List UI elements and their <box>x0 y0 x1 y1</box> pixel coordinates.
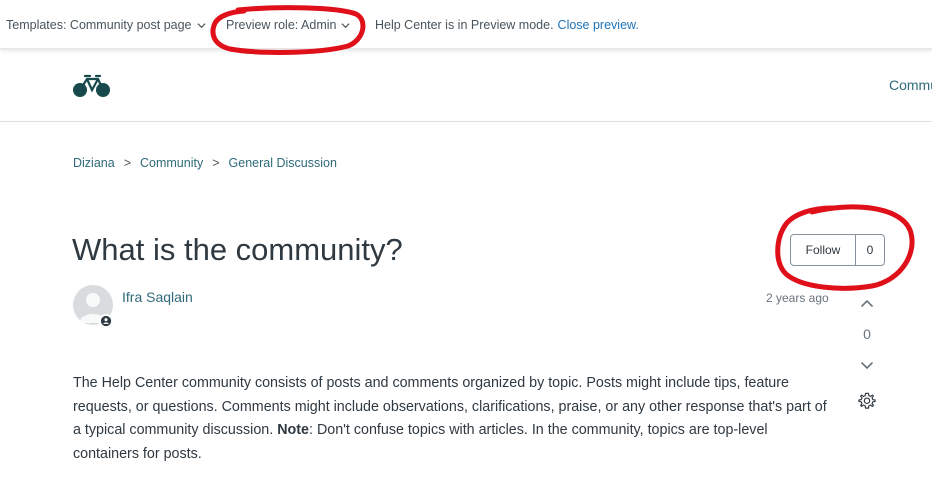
author-link[interactable]: Ifra Saqlain <box>122 289 193 305</box>
downvote-icon[interactable] <box>859 359 875 373</box>
follow-label[interactable]: Follow <box>791 235 856 265</box>
breadcrumb-separator: > <box>123 156 131 170</box>
templates-label: Templates: Community post page <box>6 18 192 32</box>
person-badge-icon <box>100 315 112 327</box>
agent-badge <box>99 314 113 328</box>
follower-count: 0 <box>866 243 874 257</box>
templates-dropdown[interactable]: Templates: Community post page <box>6 18 206 32</box>
breadcrumb: Diziana > Community > General Discussion <box>73 156 337 170</box>
post-body-note: Note <box>277 422 309 438</box>
chevron-down-icon <box>341 22 350 28</box>
post-title: What is the community? <box>72 232 403 267</box>
gear-icon[interactable] <box>858 392 876 410</box>
preview-role-label: Preview role: Admin <box>226 18 337 32</box>
breadcrumb-item-community[interactable]: Community <box>140 156 203 170</box>
bicycle-icon[interactable] <box>72 73 112 99</box>
upvote-icon[interactable] <box>859 296 875 310</box>
preview-message: Help Center is in Preview mode. Close pr… <box>375 18 639 32</box>
preview-mode-text: Help Center is in Preview mode. <box>375 18 554 32</box>
site-header: Commu <box>0 50 932 122</box>
nav-community-link[interactable]: Commu <box>889 77 932 93</box>
preview-role-dropdown[interactable]: Preview role: Admin <box>226 18 350 32</box>
chevron-down-icon <box>197 22 206 28</box>
post-date: 2 years ago <box>766 291 829 305</box>
preview-bar: Templates: Community post page Preview r… <box>0 0 932 49</box>
vote-count: 0 <box>863 326 871 342</box>
follow-button[interactable]: Follow 0 <box>790 234 885 266</box>
breadcrumb-item-general-discussion[interactable]: General Discussion <box>229 156 337 170</box>
breadcrumb-separator: > <box>212 156 220 170</box>
post-body: The Help Center community consists of po… <box>73 372 833 466</box>
close-preview-link[interactable]: Close preview. <box>558 18 639 32</box>
breadcrumb-item-home[interactable]: Diziana <box>73 156 115 170</box>
